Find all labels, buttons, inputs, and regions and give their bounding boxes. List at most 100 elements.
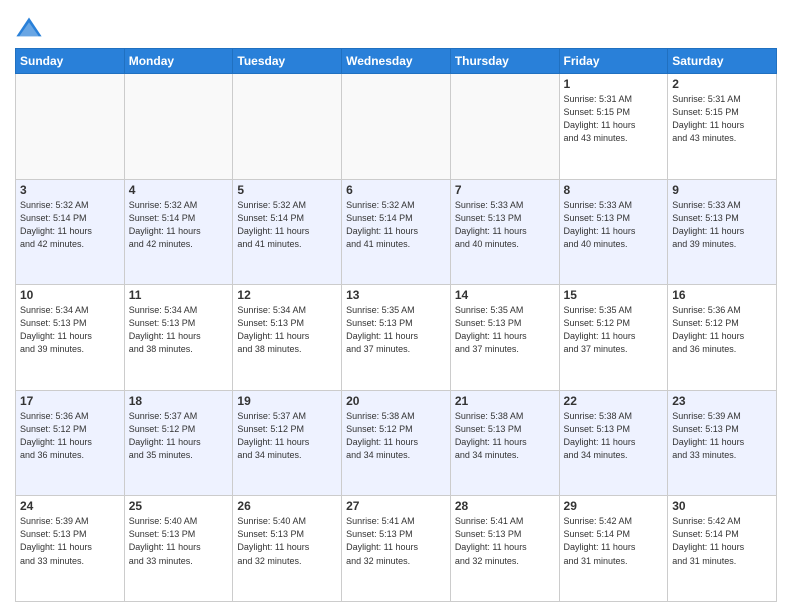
day-cell: 23 Sunrise: 5:39 AM Sunset: 5:13 PM Dayli… [668, 390, 777, 496]
day-info: Sunrise: 5:39 AM Sunset: 5:13 PM Dayligh… [20, 515, 120, 567]
day-number: 1 [564, 77, 664, 91]
day-cell: 2 Sunrise: 5:31 AM Sunset: 5:15 PM Daylig… [668, 74, 777, 180]
day-number: 27 [346, 499, 446, 513]
day-cell [124, 74, 233, 180]
day-number: 10 [20, 288, 120, 302]
day-info: Sunrise: 5:35 AM Sunset: 5:13 PM Dayligh… [455, 304, 555, 356]
day-info: Sunrise: 5:40 AM Sunset: 5:13 PM Dayligh… [237, 515, 337, 567]
day-cell: 25Sunrise: 5:40 AM Sunset: 5:13 PM Dayli… [124, 496, 233, 602]
day-info: Sunrise: 5:38 AM Sunset: 5:13 PM Dayligh… [564, 410, 664, 462]
day-cell: 7 Sunrise: 5:33 AM Sunset: 5:13 PM Daylig… [450, 179, 559, 285]
day-cell: 1 Sunrise: 5:31 AM Sunset: 5:15 PM Daylig… [559, 74, 668, 180]
day-number: 22 [564, 394, 664, 408]
day-number: 13 [346, 288, 446, 302]
day-cell: 26 Sunrise: 5:40 AM Sunset: 5:13 PM Dayli… [233, 496, 342, 602]
day-info: Sunrise: 5:40 AM Sunset: 5:13 PM Dayligh… [129, 515, 229, 567]
day-info: Sunrise: 5:31 AM Sunset: 5:15 PM Dayligh… [672, 93, 772, 145]
day-cell: 6 Sunrise: 5:32 AM Sunset: 5:14 PM Daylig… [342, 179, 451, 285]
day-number: 12 [237, 288, 337, 302]
weekday-friday: Friday [559, 49, 668, 74]
day-info: Sunrise: 5:32 AM Sunset: 5:14 PM Dayligh… [346, 199, 446, 251]
day-number: 17 [20, 394, 120, 408]
day-info: Sunrise: 5:32 AM Sunset: 5:14 PM Dayligh… [20, 199, 120, 251]
day-info: Sunrise: 5:38 AM Sunset: 5:12 PM Dayligh… [346, 410, 446, 462]
day-number: 7 [455, 183, 555, 197]
day-info: Sunrise: 5:31 AM Sunset: 5:15 PM Dayligh… [564, 93, 664, 145]
day-info: Sunrise: 5:38 AM Sunset: 5:13 PM Dayligh… [455, 410, 555, 462]
day-number: 24 [20, 499, 120, 513]
day-cell: 16Sunrise: 5:36 AM Sunset: 5:12 PM Dayli… [668, 285, 777, 391]
week-row-3: 17Sunrise: 5:36 AM Sunset: 5:12 PM Dayli… [16, 390, 777, 496]
day-info: Sunrise: 5:39 AM Sunset: 5:13 PM Dayligh… [672, 410, 772, 462]
day-info: Sunrise: 5:41 AM Sunset: 5:13 PM Dayligh… [455, 515, 555, 567]
weekday-saturday: Saturday [668, 49, 777, 74]
day-cell: 18Sunrise: 5:37 AM Sunset: 5:12 PM Dayli… [124, 390, 233, 496]
logo-area [15, 14, 47, 42]
day-info: Sunrise: 5:33 AM Sunset: 5:13 PM Dayligh… [455, 199, 555, 251]
day-number: 2 [672, 77, 772, 91]
day-info: Sunrise: 5:42 AM Sunset: 5:14 PM Dayligh… [564, 515, 664, 567]
day-cell: 8 Sunrise: 5:33 AM Sunset: 5:13 PM Daylig… [559, 179, 668, 285]
day-cell: 20 Sunrise: 5:38 AM Sunset: 5:12 PM Dayli… [342, 390, 451, 496]
day-cell: 14 Sunrise: 5:35 AM Sunset: 5:13 PM Dayli… [450, 285, 559, 391]
day-number: 15 [564, 288, 664, 302]
weekday-wednesday: Wednesday [342, 49, 451, 74]
day-cell: 11Sunrise: 5:34 AM Sunset: 5:13 PM Dayli… [124, 285, 233, 391]
day-number: 29 [564, 499, 664, 513]
day-cell: 5 Sunrise: 5:32 AM Sunset: 5:14 PM Daylig… [233, 179, 342, 285]
day-cell: 13 Sunrise: 5:35 AM Sunset: 5:13 PM Dayli… [342, 285, 451, 391]
logo-icon [15, 14, 43, 42]
day-cell: 4Sunrise: 5:32 AM Sunset: 5:14 PM Daylig… [124, 179, 233, 285]
day-number: 4 [129, 183, 229, 197]
day-info: Sunrise: 5:41 AM Sunset: 5:13 PM Dayligh… [346, 515, 446, 567]
day-number: 23 [672, 394, 772, 408]
day-info: Sunrise: 5:34 AM Sunset: 5:13 PM Dayligh… [237, 304, 337, 356]
day-number: 21 [455, 394, 555, 408]
day-info: Sunrise: 5:35 AM Sunset: 5:13 PM Dayligh… [346, 304, 446, 356]
day-number: 19 [237, 394, 337, 408]
day-number: 14 [455, 288, 555, 302]
day-number: 11 [129, 288, 229, 302]
day-info: Sunrise: 5:32 AM Sunset: 5:14 PM Dayligh… [237, 199, 337, 251]
day-number: 3 [20, 183, 120, 197]
day-number: 8 [564, 183, 664, 197]
day-info: Sunrise: 5:35 AM Sunset: 5:12 PM Dayligh… [564, 304, 664, 356]
day-cell: 28 Sunrise: 5:41 AM Sunset: 5:13 PM Dayli… [450, 496, 559, 602]
calendar-table: SundayMondayTuesdayWednesdayThursdayFrid… [15, 48, 777, 602]
day-cell: 30 Sunrise: 5:42 AM Sunset: 5:14 PM Dayli… [668, 496, 777, 602]
week-row-1: 3 Sunrise: 5:32 AM Sunset: 5:14 PM Daylig… [16, 179, 777, 285]
week-row-4: 24 Sunrise: 5:39 AM Sunset: 5:13 PM Dayli… [16, 496, 777, 602]
day-cell [16, 74, 125, 180]
day-cell: 12 Sunrise: 5:34 AM Sunset: 5:13 PM Dayli… [233, 285, 342, 391]
day-cell: 17Sunrise: 5:36 AM Sunset: 5:12 PM Dayli… [16, 390, 125, 496]
day-cell: 9Sunrise: 5:33 AM Sunset: 5:13 PM Daylig… [668, 179, 777, 285]
day-cell: 22 Sunrise: 5:38 AM Sunset: 5:13 PM Dayli… [559, 390, 668, 496]
day-number: 28 [455, 499, 555, 513]
page: SundayMondayTuesdayWednesdayThursdayFrid… [0, 0, 792, 612]
weekday-header-row: SundayMondayTuesdayWednesdayThursdayFrid… [16, 49, 777, 74]
weekday-thursday: Thursday [450, 49, 559, 74]
day-cell: 19 Sunrise: 5:37 AM Sunset: 5:12 PM Dayli… [233, 390, 342, 496]
day-info: Sunrise: 5:37 AM Sunset: 5:12 PM Dayligh… [237, 410, 337, 462]
day-number: 30 [672, 499, 772, 513]
day-cell: 29 Sunrise: 5:42 AM Sunset: 5:14 PM Dayli… [559, 496, 668, 602]
day-number: 6 [346, 183, 446, 197]
header [15, 10, 777, 42]
day-info: Sunrise: 5:33 AM Sunset: 5:13 PM Dayligh… [564, 199, 664, 251]
day-number: 18 [129, 394, 229, 408]
day-info: Sunrise: 5:34 AM Sunset: 5:13 PM Dayligh… [20, 304, 120, 356]
day-number: 5 [237, 183, 337, 197]
week-row-2: 10 Sunrise: 5:34 AM Sunset: 5:13 PM Dayli… [16, 285, 777, 391]
weekday-tuesday: Tuesday [233, 49, 342, 74]
day-cell: 27 Sunrise: 5:41 AM Sunset: 5:13 PM Dayli… [342, 496, 451, 602]
day-cell [233, 74, 342, 180]
day-number: 9 [672, 183, 772, 197]
day-number: 20 [346, 394, 446, 408]
day-cell [450, 74, 559, 180]
day-cell: 10 Sunrise: 5:34 AM Sunset: 5:13 PM Dayli… [16, 285, 125, 391]
day-cell [342, 74, 451, 180]
day-number: 16 [672, 288, 772, 302]
day-info: Sunrise: 5:42 AM Sunset: 5:14 PM Dayligh… [672, 515, 772, 567]
week-row-0: 1 Sunrise: 5:31 AM Sunset: 5:15 PM Daylig… [16, 74, 777, 180]
day-number: 26 [237, 499, 337, 513]
